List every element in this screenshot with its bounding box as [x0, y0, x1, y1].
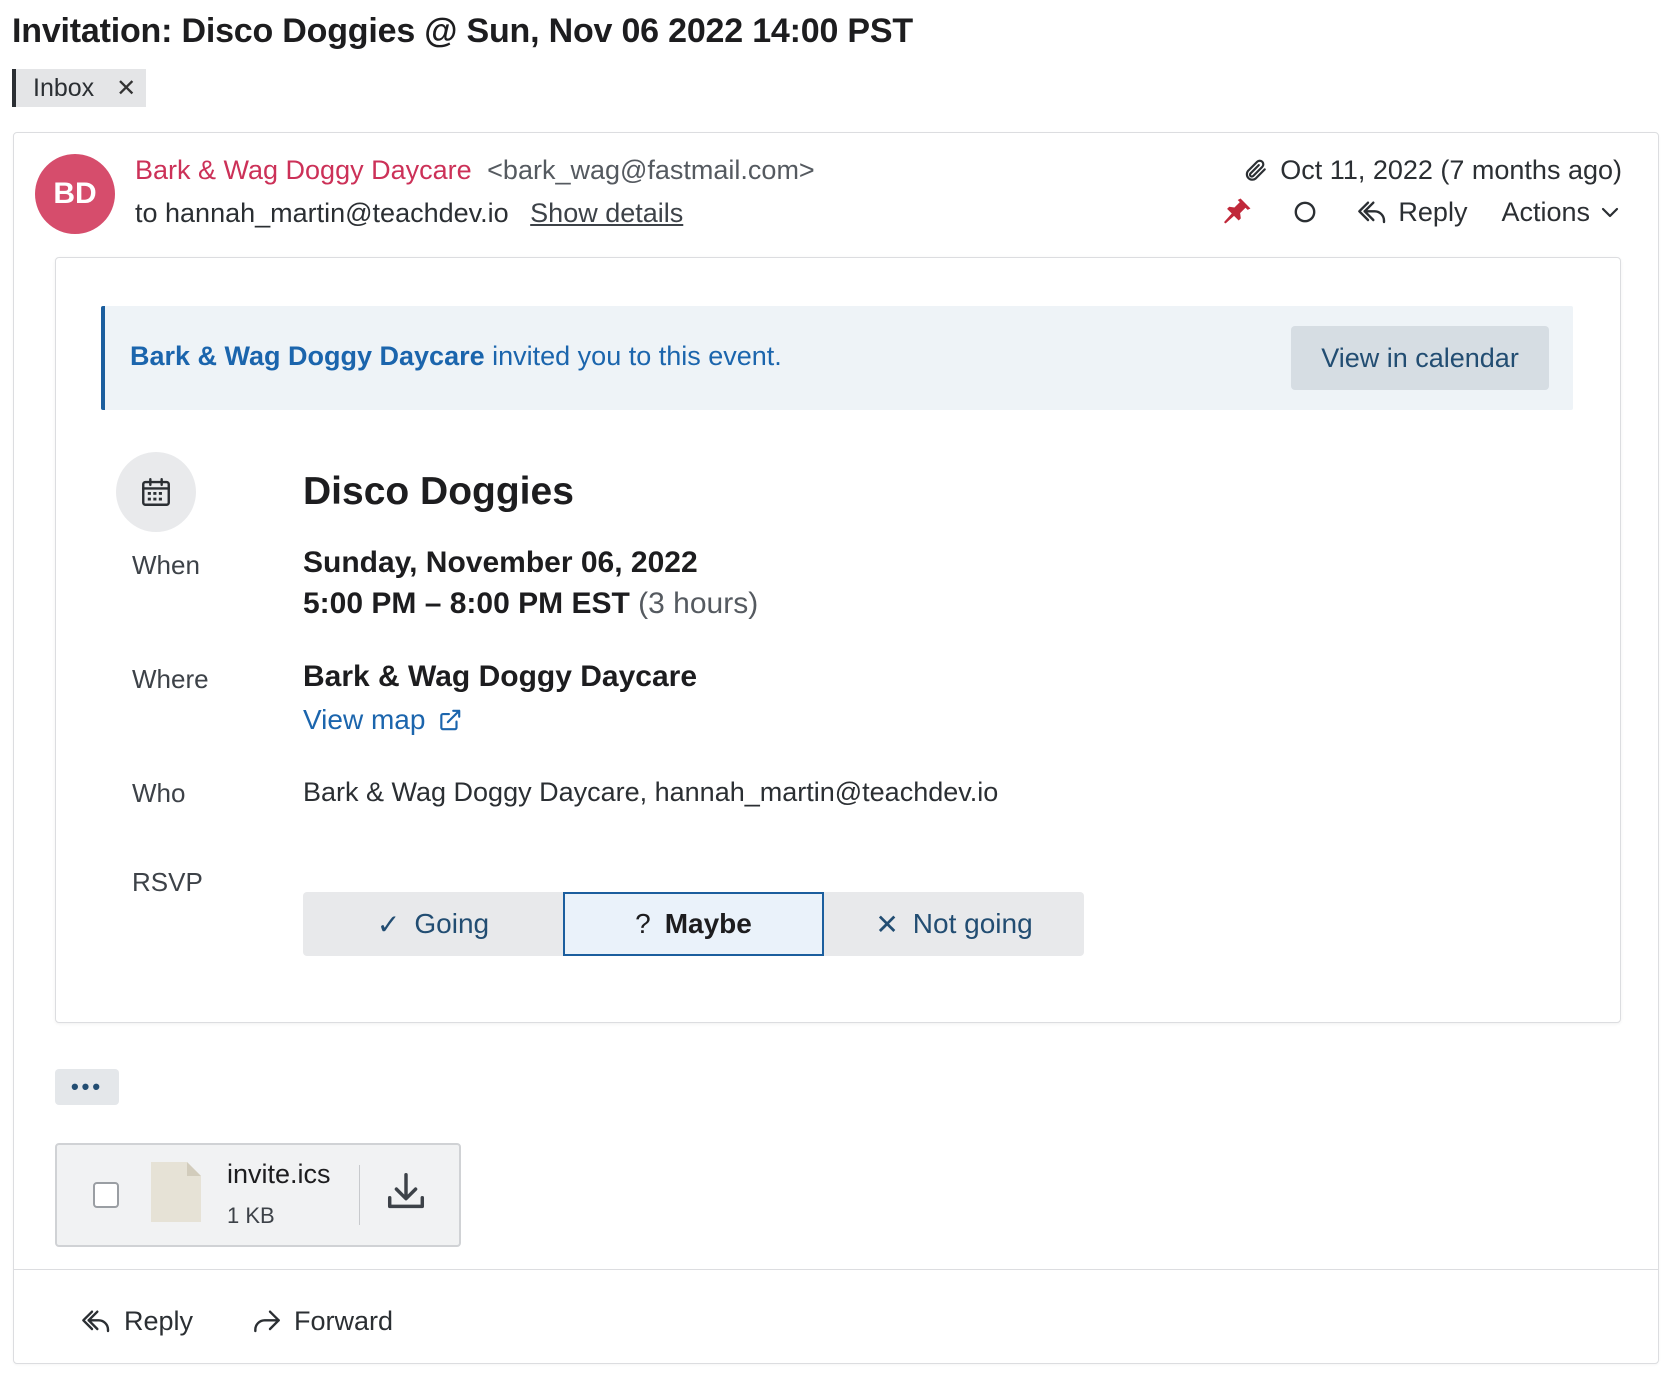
recipient-text: to hannah_martin@teachdev.io	[135, 198, 509, 228]
event-duration: (3 hours)	[638, 587, 759, 620]
attachment-card[interactable]: invite.ics 1 KB	[55, 1143, 461, 1247]
who-label: Who	[132, 778, 186, 808]
rsvp-not-going-label: Not going	[912, 908, 1033, 939]
attendees: Bark & Wag Doggy Daycare, hannah_martin@…	[303, 777, 999, 807]
avatar: BD	[35, 154, 115, 234]
attachment-size: 1 KB	[227, 1203, 275, 1228]
question-icon: ?	[635, 908, 651, 939]
message-date: Oct 11, 2022 (7 months ago)	[1242, 155, 1622, 186]
attachment-name: invite.ics	[227, 1159, 331, 1189]
footer-divider	[14, 1269, 1658, 1270]
message-actions: Reply Actions	[1220, 195, 1622, 229]
banner-text: Bark & Wag Doggy Daycare invited you to …	[130, 341, 782, 372]
reply-label: Reply	[1398, 196, 1468, 227]
rsvp-buttons: ✓ Going ? Maybe ✕ Not going	[303, 892, 1084, 956]
date-text: Oct 11, 2022 (7 months ago)	[1280, 155, 1622, 185]
view-map-link[interactable]: View map	[303, 704, 463, 736]
recipient-line: to hannah_martin@teachdev.io Show detail…	[135, 198, 683, 229]
show-quoted-text-button[interactable]: •••	[55, 1069, 119, 1105]
chevron-down-icon	[1601, 207, 1619, 218]
footer-reply-button[interactable]: Reply	[80, 1291, 193, 1351]
rsvp-maybe-label: Maybe	[664, 908, 752, 939]
sender-line: Bark & Wag Doggy Daycare <bark_wag@fastm…	[135, 155, 815, 186]
event-location: Bark & Wag Doggy Daycare	[303, 660, 698, 693]
actions-menu-button[interactable]: Actions	[1501, 197, 1622, 228]
when-label: When	[132, 550, 200, 580]
remove-label-icon[interactable]: ✕	[116, 74, 136, 103]
calendar-invite-card: Bark & Wag Doggy Daycare invited you to …	[55, 257, 1621, 1023]
forward-icon	[254, 1310, 280, 1333]
sender-name[interactable]: Bark & Wag Doggy Daycare	[135, 155, 472, 185]
mark-unread-button[interactable]	[1292, 199, 1318, 225]
event-time: 5:00 PM – 8:00 PM EST	[303, 587, 630, 620]
message-subject: Invitation: Disco Doggies @ Sun, Nov 06 …	[12, 12, 913, 50]
banner-sender: Bark & Wag Doggy Daycare	[130, 341, 485, 371]
pin-icon	[1224, 198, 1251, 224]
message-card: BD Bark & Wag Doggy Daycare <bark_wag@fa…	[13, 132, 1659, 1364]
reply-icon	[82, 1310, 110, 1333]
footer-reply-label: Reply	[124, 1305, 194, 1336]
circle-icon	[1295, 201, 1316, 223]
banner-message: invited you to this event.	[484, 341, 782, 371]
rsvp-going-button[interactable]: ✓ Going	[303, 892, 563, 956]
external-link-icon	[440, 709, 461, 731]
event-title: Disco Doggies	[303, 470, 574, 513]
pin-button[interactable]	[1220, 195, 1254, 229]
reply-icon	[1358, 201, 1386, 224]
attachment-checkbox[interactable]	[93, 1182, 119, 1208]
file-icon	[151, 1162, 201, 1222]
rsvp-going-label: Going	[414, 908, 490, 939]
label-chip-inbox[interactable]: Inbox ✕	[12, 69, 147, 107]
footer-forward-button[interactable]: Forward	[250, 1291, 393, 1351]
download-icon[interactable]	[383, 1169, 429, 1215]
calendar-badge	[116, 452, 196, 532]
view-map-label: View map	[303, 704, 426, 735]
rsvp-maybe-button[interactable]: ? Maybe	[563, 892, 824, 956]
attachment-divider	[359, 1165, 360, 1225]
close-icon: ✕	[875, 908, 899, 940]
paperclip-icon	[1246, 159, 1267, 181]
sender-email: <bark_wag@fastmail.com>	[487, 155, 815, 185]
rsvp-label: RSVP	[132, 867, 203, 897]
event-date: Sunday, November 06, 2022	[303, 546, 698, 579]
checkmark-icon: ✓	[376, 908, 401, 940]
rsvp-not-going-button[interactable]: ✕ Not going	[824, 892, 1084, 956]
invite-banner: Bark & Wag Doggy Daycare invited you to …	[101, 306, 1573, 410]
view-in-calendar-button[interactable]: View in calendar	[1291, 326, 1549, 390]
show-details-link[interactable]: Show details	[530, 198, 683, 228]
actions-label: Actions	[1501, 196, 1590, 227]
where-label: Where	[132, 664, 209, 694]
footer-forward-label: Forward	[294, 1305, 394, 1336]
calendar-icon	[142, 478, 170, 506]
reply-button[interactable]: Reply	[1356, 196, 1467, 228]
label-name: Inbox	[33, 73, 95, 102]
event-time-row: 5:00 PM – 8:00 PM EST (3 hours)	[303, 587, 758, 621]
